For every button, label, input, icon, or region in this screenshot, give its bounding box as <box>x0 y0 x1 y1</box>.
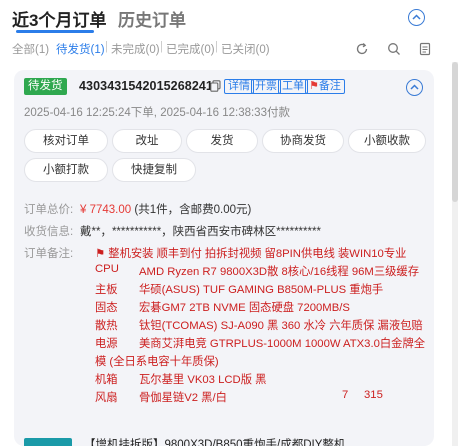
ticket-link[interactable]: 工单 <box>278 79 308 94</box>
total-label: 订单总价: <box>24 204 74 216</box>
order-card-header: 待发货 4303431542015268241 详情 开票 工单 ⚑备注 <box>14 70 434 102</box>
small-collect-button[interactable]: 小额收款 <box>348 129 426 153</box>
flag-icon: ⚑ <box>95 248 106 260</box>
order-id: 4303431542015268241 <box>79 79 213 93</box>
collapse-order-button[interactable] <box>406 79 423 96</box>
fan-price: 315 <box>364 389 383 401</box>
search-icon[interactable] <box>387 42 401 56</box>
filter-all[interactable]: 全部(1) <box>12 41 49 57</box>
refresh-icon[interactable] <box>355 42 369 56</box>
change-address-button[interactable]: 改址 <box>112 129 182 153</box>
detail-link-label: 详情 <box>228 80 250 92</box>
next-order-title: 【增机挂拆版】9800X3D/B850重炮手/成都DIY整机 <box>84 439 346 446</box>
order-card: 待发货 4303431542015268241 详情 开票 工单 ⚑备注 202… <box>14 70 434 446</box>
status-filter-bar: 全部(1) 待发货(1) | 未完成(0) | 已完成(0) | 已关闭(0) <box>0 36 460 62</box>
active-tab-indicator <box>16 30 94 33</box>
note-link-label: 备注 <box>318 80 341 92</box>
chevron-up-icon <box>410 84 419 90</box>
order-note: 订单备注: ⚑ 整机安装 顺丰到付 拍拆封视频 留8PIN供电线 装WIN10专… <box>24 245 434 405</box>
fan-quantity: 7 <box>342 389 349 401</box>
spec-key-cooler: 散热 <box>95 320 118 332</box>
created-time: 2025-04-16 12:25:24下单 <box>24 107 154 119</box>
spec-key-case: 机箱 <box>95 374 118 386</box>
spec-value-case: 瓦尔基里 VK03 LCD版 黑 <box>139 374 267 386</box>
order-times: 2025-04-16 12:25:24下单, 2025-04-16 12:38:… <box>24 107 290 119</box>
spec-value-ssd: 宏碁GM7 2TB NVME 固态硬盘 7200MB/S <box>139 302 350 314</box>
total-detail: (共1件，含邮费0.00元) <box>134 204 252 216</box>
spec-value-motherboard: 华硕(ASUS) TUF GAMING B850M-PLUS 重炮手 <box>139 284 384 296</box>
receiver-label: 收货信息: <box>24 226 74 238</box>
invoice-link[interactable]: 开票 <box>251 79 281 94</box>
ticket-link-label: 工单 <box>282 80 304 92</box>
spec-psu-continued: 模 (全日系电容十年质保) <box>95 356 219 368</box>
note-link[interactable]: ⚑备注 <box>305 79 345 94</box>
receiver-value: 戴**，***********，陕西省西安市碑林区********** <box>80 226 321 238</box>
copy-icon[interactable] <box>210 80 221 92</box>
document-icon[interactable] <box>418 42 432 56</box>
verify-order-button[interactable]: 核对订单 <box>24 129 108 153</box>
note-first-line: ⚑ 整机安装 顺丰到付 拍拆封视频 留8PIN供电线 装WIN10专业 <box>95 245 406 261</box>
ship-button[interactable]: 发货 <box>186 129 258 153</box>
flag-icon: ⚑ <box>309 80 319 92</box>
filter-separator: | <box>160 41 163 53</box>
filter-separator: | <box>105 41 108 53</box>
filter-completed[interactable]: 已完成(0) <box>166 41 215 57</box>
spec-key-motherboard: 主板 <box>95 284 118 296</box>
paid-time: 2025-04-16 12:38:33付款 <box>160 107 290 119</box>
tab-recent-orders[interactable]: 近3个月订单 <box>12 6 106 31</box>
filter-separator: | <box>215 41 218 53</box>
spec-value-cpu: AMD Ryzen R7 9800X3D散 8核心/16线程 96M三级缓存 <box>139 266 420 278</box>
status-badge: 待发货 <box>24 78 67 95</box>
spec-value-psu: 美商艾湃电竞 GTRPLUS-1000M 1000W ATX3.0白金牌全 <box>139 338 426 350</box>
total-value: ¥ 7743.00 (共1件，含邮费0.00元) <box>80 201 251 217</box>
spec-value-fan: 骨伽星链V2 黑/白 <box>139 392 227 404</box>
filter-pending-shipment[interactable]: 待发货(1) <box>56 41 105 57</box>
order-tabs: 近3个月订单 历史订单 <box>0 0 460 36</box>
filter-incomplete[interactable]: 未完成(0) <box>111 41 160 57</box>
chevron-up-icon <box>412 14 421 20</box>
collapse-panel-button[interactable] <box>408 9 425 26</box>
scrollbar[interactable] <box>452 62 458 446</box>
quick-copy-button[interactable]: 快捷复制 <box>112 158 196 182</box>
spec-value-cooler: 钛钽(TCOMAS) SJ-A090 黑 360 水冷 六年质保 漏液包赔 <box>139 320 423 332</box>
invoice-link-label: 开票 <box>255 80 277 92</box>
negotiate-ship-button[interactable]: 协商发货 <box>262 129 344 153</box>
spec-key-ssd: 固态 <box>95 302 118 314</box>
spec-key-cpu: CPU <box>95 263 119 275</box>
next-order-card[interactable]: 【增机挂拆版】9800X3D/B850重炮手/成都DIY整机 <box>14 434 434 446</box>
tab-history-orders[interactable]: 历史订单 <box>118 6 186 31</box>
note-first-text: 整机安装 顺丰到付 拍拆封视频 留8PIN供电线 装WIN10专业 <box>108 248 407 260</box>
total-price: ¥ 7743.00 <box>80 204 132 216</box>
detail-link[interactable]: 详情 <box>224 79 254 94</box>
spec-key-fan: 风扇 <box>95 392 118 404</box>
filter-closed[interactable]: 已关闭(0) <box>221 41 270 57</box>
note-label: 订单备注: <box>24 248 74 260</box>
spec-key-psu: 电源 <box>95 338 118 350</box>
scrollbar-thumb[interactable] <box>452 62 458 202</box>
small-pay-button[interactable]: 小额打款 <box>24 158 108 182</box>
product-thumbnail <box>24 438 72 446</box>
